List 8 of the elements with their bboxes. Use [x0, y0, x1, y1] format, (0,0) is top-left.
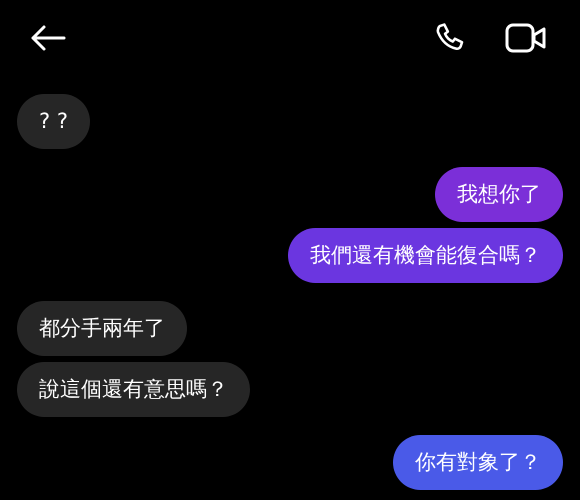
message-bubble: ? ? — [17, 94, 90, 149]
video-camera-icon[interactable] — [505, 23, 547, 53]
message-bubble: 都分手兩年了 — [17, 301, 187, 356]
message-bubble: 說這個還有意思嗎？ — [17, 362, 250, 417]
message-bubble: 你有對象了？ — [393, 435, 563, 490]
message-bubble: 我想你了 — [435, 167, 563, 222]
message-bubble: 我們還有機會能復合嗎？ — [288, 228, 563, 283]
back-arrow-icon[interactable] — [30, 24, 66, 52]
